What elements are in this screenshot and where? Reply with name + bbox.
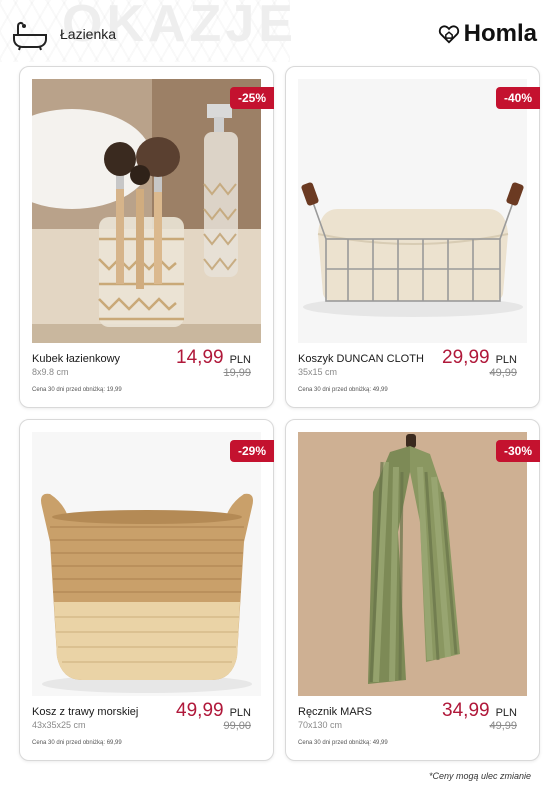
price-history-note: Cena 30 dni przed obniżką: 49,99 (298, 740, 388, 746)
price-value: 29,99 (442, 347, 490, 368)
brand-name: Homla (463, 20, 537, 47)
product-name[interactable]: Koszyk DUNCAN CLOTH (298, 353, 424, 365)
old-price: 49,99 (489, 367, 517, 379)
price-history-note: Cena 30 dni przed obniżką: 69,99 (32, 740, 122, 746)
price-history-note: Cena 30 dni przed obniżką: 49,99 (298, 387, 388, 393)
product-price: 14,99 PLN (176, 347, 251, 369)
product-name[interactable]: Ręcznik MARS (298, 706, 372, 718)
brand-logo[interactable]: Homla (438, 20, 537, 48)
price-currency: PLN (229, 354, 251, 366)
product-image (32, 432, 261, 696)
product-price: 49,99 PLN (176, 700, 251, 722)
product-dimensions: 70x130 cm (298, 720, 343, 730)
price-history-note: Cena 30 dni przed obniżką: 19,99 (32, 387, 122, 393)
price-value: 49,99 (176, 700, 224, 721)
product-image (32, 79, 261, 343)
product-card[interactable]: -29% Kosz z trawy morskiej 43x35x25 cm 4… (19, 419, 274, 761)
product-image (298, 79, 527, 343)
price-currency: PLN (495, 354, 517, 366)
price-currency: PLN (229, 707, 251, 719)
category-title: Łazienka (60, 26, 117, 42)
bathtub-icon (13, 21, 47, 51)
prices-disclaimer: *Ceny mogą ulec zmianie (428, 771, 531, 781)
product-dimensions: 35x15 cm (298, 367, 338, 377)
heart-house-icon (438, 25, 459, 44)
discount-badge: -29% (230, 440, 274, 462)
product-dimensions: 8x9.8 cm (32, 367, 69, 377)
page-header: OKAZJE Łazienka Homla (0, 0, 557, 62)
product-image (298, 432, 527, 696)
product-price: 29,99 PLN (442, 347, 517, 369)
product-name[interactable]: Kubek łazienkowy (32, 353, 120, 365)
product-card[interactable]: -25% Kubek łazienkowy 8x9.8 cm 14,99 PLN… (19, 66, 274, 408)
product-price: 34,99 PLN (442, 700, 517, 722)
product-name[interactable]: Kosz z trawy morskiej (32, 706, 138, 718)
price-value: 34,99 (442, 700, 490, 721)
discount-badge: -30% (496, 440, 540, 462)
discount-badge: -40% (496, 87, 540, 109)
old-price: 99,00 (223, 720, 251, 732)
product-card[interactable]: -30% Ręcznik MARS 70x130 cm 34,99 PLN 49… (285, 419, 540, 761)
price-value: 14,99 (176, 347, 224, 368)
discount-badge: -25% (230, 87, 274, 109)
product-dimensions: 43x35x25 cm (32, 720, 86, 730)
price-currency: PLN (495, 707, 517, 719)
product-card[interactable]: -40% Koszyk DUNCAN CLOTH 35x15 cm 29,99 … (285, 66, 540, 408)
old-price: 19,99 (223, 367, 251, 379)
old-price: 49,99 (489, 720, 517, 732)
